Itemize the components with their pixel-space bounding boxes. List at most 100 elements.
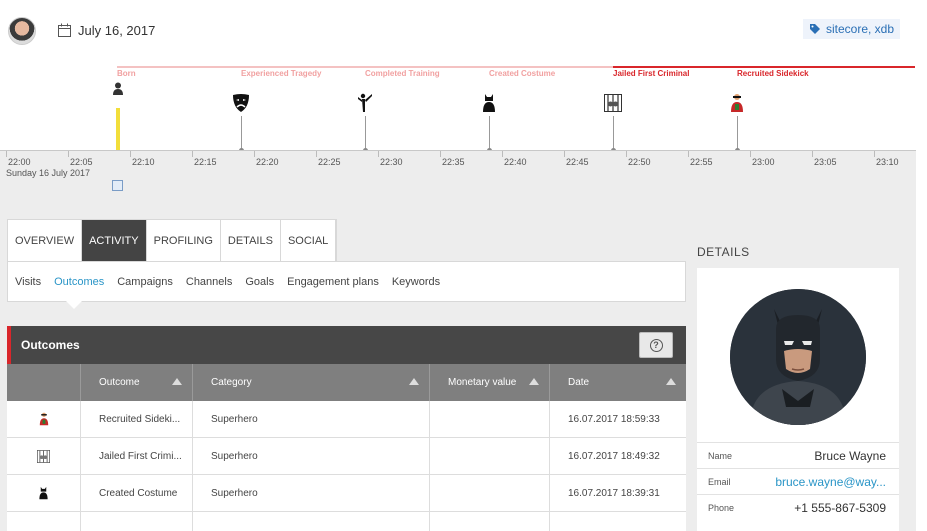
costume-icon[interactable]: [480, 92, 498, 114]
email-link[interactable]: bruce.wayne@way...: [775, 475, 886, 489]
timeline-tick-label: 22:50: [628, 157, 651, 167]
table-row[interactable]: Jailed First Crimi... Superhero 16.07.20…: [7, 438, 686, 475]
detail-row-phone: Phone +1 555-867-5309: [697, 494, 899, 520]
timeline-label-training: Completed Training: [365, 69, 440, 78]
timeline-tick-label: 22:05: [70, 157, 93, 167]
person-icon[interactable]: [109, 78, 127, 100]
timeline-label-tragedy: Experienced Tragedy: [241, 69, 322, 78]
timeline-axis[interactable]: 22:00 22:05 22:10 22:15 22:20 22:25 22:30 22:35…: [0, 150, 916, 204]
date-cell: 16.07.2017 18:49:32: [549, 438, 686, 474]
sidekick-icon[interactable]: [728, 92, 746, 114]
timeline-tick-label: 23:05: [814, 157, 837, 167]
date-cell: 16.07.2017 18:59:33: [549, 401, 686, 437]
timeline-tick-label: 22:55: [690, 157, 713, 167]
martial-arts-icon[interactable]: [356, 92, 374, 114]
table-row[interactable]: [7, 512, 686, 531]
timeline-label-sidekick: Recruited Sidekick: [737, 69, 809, 78]
timeline-tick-mark: [68, 151, 69, 157]
timeline-tick-label: 22:10: [132, 157, 155, 167]
timeline-tick-label: 22:20: [256, 157, 279, 167]
subtab-campaigns[interactable]: Campaigns: [117, 276, 173, 288]
column-header-icon: [7, 364, 80, 401]
sort-icon[interactable]: [666, 378, 676, 385]
timeline-tick-mark: [502, 151, 503, 157]
tab-activity[interactable]: ACTIVITY: [82, 220, 147, 261]
timeline-tick-label: 22:25: [318, 157, 341, 167]
timeline-tick-label: 22:15: [194, 157, 217, 167]
monetary-value-cell: [429, 475, 549, 511]
timeline-tick-mark: [130, 151, 131, 157]
sort-icon[interactable]: [529, 378, 539, 385]
timeline-label-costume: Created Costume: [489, 69, 556, 78]
column-header-date[interactable]: Date: [549, 364, 686, 401]
subtab-visits[interactable]: Visits: [15, 276, 41, 288]
page-title-fragment: [330, 0, 600, 6]
help-icon: ?: [649, 338, 663, 352]
tab-profiling[interactable]: PROFILING: [147, 220, 221, 261]
timeline-tick-label: 23:10: [876, 157, 899, 167]
costume-icon: [7, 475, 80, 511]
timeline-tick-mark: [626, 151, 627, 157]
tag-icon: [810, 24, 820, 34]
sort-icon[interactable]: [172, 378, 182, 385]
timeline-tick-label: 22:00: [8, 157, 31, 167]
timeline-axis-date: Sunday 16 July 2017: [6, 168, 91, 178]
subtab-outcomes[interactable]: Outcomes: [54, 276, 104, 288]
category-cell: Superhero: [192, 401, 429, 437]
theater-mask-icon[interactable]: [232, 92, 250, 114]
timeline-tick-mark: [812, 151, 813, 157]
table-row[interactable]: Recruited Sideki... Superhero 16.07.2017…: [7, 401, 686, 438]
tags-text[interactable]: sitecore, xdb: [826, 22, 894, 36]
column-header-monetary-value[interactable]: Monetary value: [429, 364, 549, 401]
detail-row-email: Email bruce.wayne@way...: [697, 468, 899, 494]
table-header: Outcome Category Monetary value Date: [7, 364, 686, 401]
user-avatar[interactable]: [8, 17, 36, 45]
timeline-stem: [241, 116, 242, 150]
jail-icon: [7, 438, 80, 474]
contact-page: July 16, 2017 sitecore, xdb Born Experie…: [0, 0, 927, 531]
tags-badge[interactable]: sitecore, xdb: [803, 19, 901, 39]
subtab-goals[interactable]: Goals: [245, 276, 274, 288]
subtab-channels[interactable]: Channels: [186, 276, 232, 288]
timeline-label-born: Born: [117, 69, 136, 78]
phone-label: Phone: [708, 503, 735, 513]
detail-row-name: Name Bruce Wayne: [697, 442, 899, 468]
sort-icon[interactable]: [409, 378, 419, 385]
date-cell: 16.07.2017 18:39:31: [549, 475, 686, 511]
column-header-outcome[interactable]: Outcome: [80, 364, 192, 401]
outcomes-panel-header: Outcomes ?: [7, 326, 686, 364]
column-header-category[interactable]: Category: [192, 364, 429, 401]
timeline-tick-mark: [254, 151, 255, 157]
timeline-tick-label: 22:35: [442, 157, 465, 167]
outcome-cell: Jailed First Crimi...: [80, 438, 192, 474]
timeline-stem: [737, 116, 738, 150]
timeline-stem: [613, 116, 614, 150]
jail-icon[interactable]: [604, 92, 622, 114]
timeline: Born Experienced Tragedy Completed Train…: [0, 64, 916, 204]
category-cell: Superhero: [192, 475, 429, 511]
outcome-cell: Recruited Sideki...: [80, 401, 192, 437]
timeline-current-marker: [116, 108, 120, 152]
phone-value: +1 555-867-5309: [794, 501, 886, 515]
timeline-tick-mark: [192, 151, 193, 157]
tab-overview[interactable]: OVERVIEW: [8, 220, 83, 261]
monetary-value-cell: [429, 401, 549, 437]
timeline-tick-mark: [688, 151, 689, 157]
outcomes-title: Outcomes: [21, 338, 80, 352]
timeline-tick-label: 23:00: [752, 157, 775, 167]
tab-details[interactable]: DETAILS: [221, 220, 281, 261]
calendar-small-icon[interactable]: [112, 180, 123, 191]
table-row[interactable]: Created Costume Superhero 16.07.2017 18:…: [7, 475, 686, 512]
subtab-keywords[interactable]: Keywords: [392, 276, 440, 288]
subtab-bar: Visits Outcomes Campaigns Channels Goals…: [7, 261, 686, 302]
tab-social[interactable]: SOCIAL: [281, 220, 337, 261]
help-button[interactable]: ?: [639, 332, 673, 358]
timeline-tick-label: 22:30: [380, 157, 403, 167]
timeline-stem: [489, 116, 490, 150]
timeline-tick-label: 22:45: [566, 157, 589, 167]
contact-portrait: [730, 289, 866, 425]
subtab-engagement-plans[interactable]: Engagement plans: [287, 276, 379, 288]
subtab-pointer: [66, 301, 82, 309]
timeline-tick-label: 22:40: [504, 157, 527, 167]
timeline-stem: [365, 116, 366, 150]
